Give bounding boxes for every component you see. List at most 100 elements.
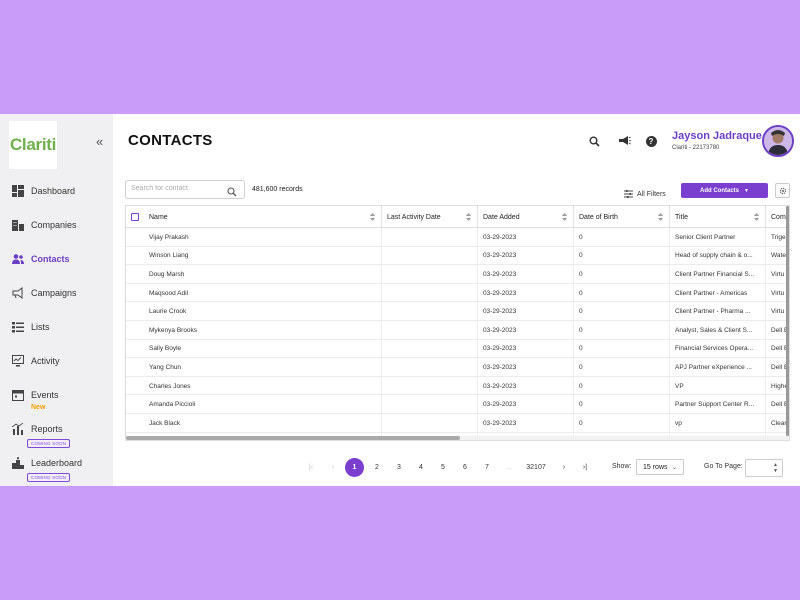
cell-name[interactable]: Mykenya Brooks <box>144 321 382 340</box>
cell-date-of-birth: 0 <box>574 395 670 414</box>
sidebar-item-contacts[interactable]: Contacts <box>11 252 70 265</box>
cell-name[interactable]: Doug Marsh <box>144 265 382 284</box>
horizontal-scroll-thumb[interactable] <box>126 436 460 440</box>
column-header-name[interactable]: Name <box>144 206 382 228</box>
cell-name[interactable]: Jack Black <box>144 414 382 433</box>
sidebar-item-leaderboard[interactable]: Leaderboard <box>11 456 82 469</box>
table-row[interactable]: Yang Chun 03-29-2023 0 APJ Partner eXperien… <box>126 358 789 377</box>
cell-date-of-birth: 0 <box>574 228 670 247</box>
table-row[interactable]: Charles Jones 03-29-2023 0 VP Highe <box>126 376 789 396</box>
sidebar-item-dashboard[interactable]: Dashboard <box>11 184 75 197</box>
sidebar: Clariti « Dashboard Companies Contacts C… <box>0 114 113 486</box>
prev-page-button[interactable]: ‹ <box>327 458 339 476</box>
cell-last-activity <box>382 265 478 284</box>
search-icon[interactable] <box>227 184 238 197</box>
sidebar-item-label: Companies <box>31 219 77 230</box>
table-row[interactable]: Mykenya Brooks 03-29-2023 0 Analyst, Sales … <box>126 321 789 340</box>
cell-last-activity <box>382 414 478 433</box>
caret-down-icon: ▼ <box>744 187 749 194</box>
table-row[interactable]: Sally Boyle 03-29-2023 0 Financial Services… <box>126 339 789 359</box>
cell-date-added: 03-29-2023 <box>478 302 574 321</box>
sidebar-item-activity[interactable]: Activity <box>11 354 60 367</box>
search-box[interactable] <box>125 180 245 199</box>
first-page-button[interactable]: |‹ <box>304 458 318 476</box>
stepper-icon[interactable]: ▲ ▼ <box>773 462 778 474</box>
page-button-2[interactable]: 2 <box>370 458 384 476</box>
column-header-date-of-birth[interactable]: Date of Birth <box>574 206 670 228</box>
cell-title: APJ Partner eXperience ... <box>670 358 766 377</box>
cell-date-added: 03-29-2023 <box>478 395 574 414</box>
user-name[interactable]: Jayson Jadraque <box>672 130 762 142</box>
sidebar-item-lists[interactable]: Lists <box>11 320 50 333</box>
cell-name[interactable]: Vijay Prakash <box>144 228 382 247</box>
avatar[interactable] <box>762 125 794 157</box>
cell-name[interactable]: Yang Chun <box>144 358 382 377</box>
page-button-4[interactable]: 4 <box>414 458 428 476</box>
column-label: Date of Birth <box>579 213 618 221</box>
cell-name[interactable]: Sally Boyle <box>144 339 382 359</box>
sidebar-item-companies[interactable]: Companies <box>11 218 77 231</box>
cell-name[interactable]: Laurie Crook <box>144 302 382 321</box>
table-row[interactable]: Laurie Crook 03-29-2023 0 Client Partner - … <box>126 302 789 321</box>
page-button-last[interactable]: 32107 <box>522 458 550 476</box>
column-header-last-activity[interactable]: Last Activity Date <box>382 206 478 228</box>
page-button-1[interactable]: 1 <box>345 458 364 477</box>
cell-last-activity <box>382 376 478 396</box>
all-filters-button[interactable]: All Filters <box>624 185 666 203</box>
cell-date-of-birth: 0 <box>574 376 670 396</box>
new-badge: New <box>31 404 46 411</box>
filter-icon <box>624 185 633 203</box>
column-header-date-added[interactable]: Date Added <box>478 206 574 228</box>
page-ellipsis: ... <box>506 463 512 471</box>
sidebar-item-campaigns[interactable]: Campaigns <box>11 286 77 299</box>
podium-icon <box>11 456 24 469</box>
next-page-button[interactable]: › <box>558 458 570 476</box>
column-label: Date Added <box>483 213 520 221</box>
search-icon[interactable] <box>587 134 601 148</box>
table-row[interactable]: Jack Black 03-29-2023 0 vp Clear <box>126 414 789 433</box>
select-all-checkbox[interactable] <box>131 213 139 221</box>
horizontal-scrollbar[interactable] <box>126 436 789 440</box>
cell-name[interactable]: Charles Jones <box>144 376 382 396</box>
cell-title: Financial Services Opera... <box>670 339 766 359</box>
page-button-3[interactable]: 3 <box>392 458 406 476</box>
rows-per-page-select[interactable]: 15 rows ⌄ <box>636 459 684 475</box>
table-row[interactable]: Amanda Piccioli 03-29-2023 0 Partner Suppor… <box>126 395 789 414</box>
column-header-title[interactable]: Title <box>670 206 766 228</box>
table-settings-button[interactable] <box>775 183 790 198</box>
goto-page-input[interactable]: ▲ ▼ <box>745 459 783 477</box>
search-input[interactable] <box>131 185 226 192</box>
page-button-7[interactable]: 7 <box>480 458 494 476</box>
sidebar-item-label: Contacts <box>31 253 70 264</box>
coming-soon-badge: COMING SOON <box>27 439 71 448</box>
cell-title: vp <box>670 414 766 433</box>
sidebar-item-reports[interactable]: Reports <box>11 422 63 435</box>
vertical-scroll-thumb[interactable] <box>786 206 789 436</box>
cell-title: Senior Client Partner <box>670 228 766 247</box>
cell-name[interactable]: Winson Liang <box>144 246 382 266</box>
table-row[interactable]: Maqsood Adil 03-29-2023 0 Client Partner - … <box>126 283 789 303</box>
megaphone-icon[interactable] <box>617 134 631 148</box>
cell-last-activity <box>382 246 478 266</box>
add-contacts-button[interactable]: Add Contacts ▼ <box>681 183 768 198</box>
clariti-logo[interactable]: Clariti <box>9 121 57 169</box>
chevron-down-icon: ⌄ <box>671 465 677 471</box>
cell-date-of-birth: 0 <box>574 283 670 303</box>
cell-date-of-birth: 0 <box>574 321 670 340</box>
sidebar-item-events[interactable]: Events <box>11 388 59 401</box>
records-count: 481,600 records <box>252 186 303 193</box>
table-row[interactable]: Doug Marsh 03-29-2023 0 Client Partner Fina… <box>126 265 789 284</box>
vertical-scrollbar[interactable] <box>786 206 789 438</box>
sort-icon <box>754 213 759 221</box>
cell-name[interactable]: Maqsood Adil <box>144 283 382 303</box>
megaphone-icon <box>11 286 24 299</box>
help-icon[interactable]: ? <box>644 134 658 148</box>
last-page-button[interactable]: ›| <box>578 458 592 476</box>
table-row[interactable]: Winson Liang 03-29-2023 0 Head of supply ch… <box>126 246 789 266</box>
page-button-5[interactable]: 5 <box>436 458 450 476</box>
collapse-sidebar-button[interactable]: « <box>96 134 103 149</box>
cell-name[interactable]: Amanda Piccioli <box>144 395 382 414</box>
table-row[interactable]: Vijay Prakash 03-29-2023 0 Senior Client Pa… <box>126 228 789 247</box>
page-button-6[interactable]: 6 <box>458 458 472 476</box>
page-title: CONTACTS <box>128 132 213 149</box>
